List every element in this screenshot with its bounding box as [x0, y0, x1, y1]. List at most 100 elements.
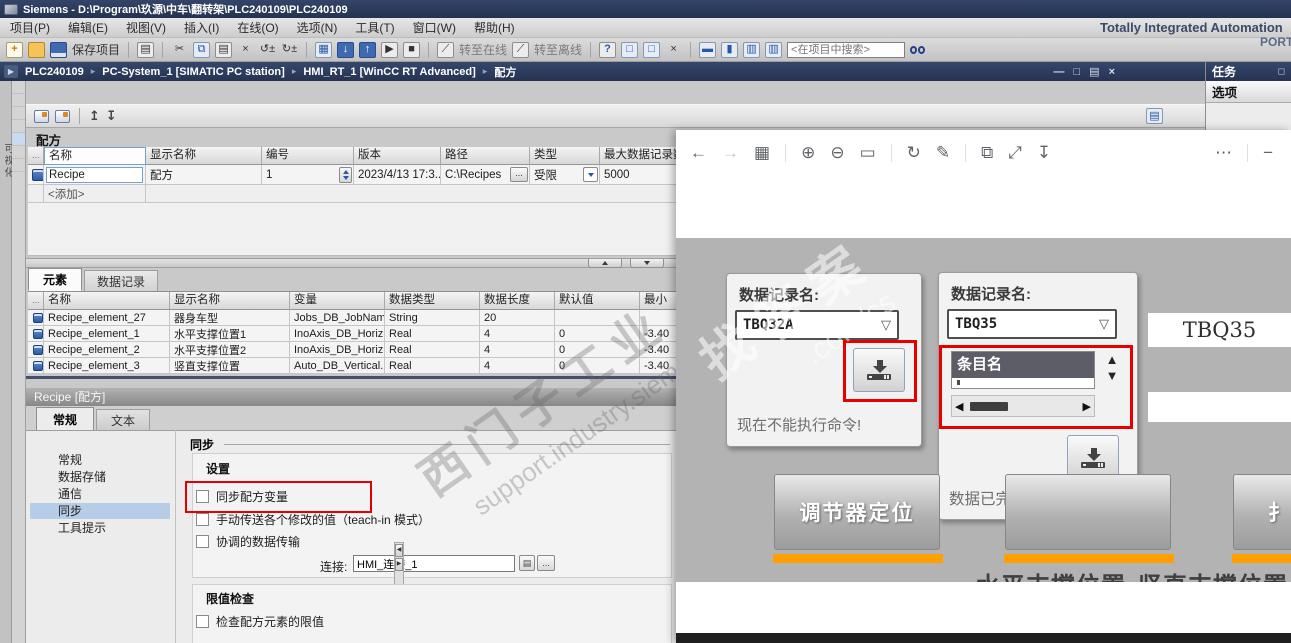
- minimize-icon[interactable]: —: [1054, 66, 1065, 78]
- element-row[interactable]: Recipe_element_1 水平支撑位置1 InoAxis_DB_Hori…: [28, 326, 700, 342]
- element-data-type-cell[interactable]: Real: [385, 326, 480, 342]
- recipe-type-value[interactable]: 受限: [534, 167, 557, 183]
- print-icon[interactable]: ▤: [137, 41, 155, 58]
- element-data-length-cell[interactable]: 4: [480, 358, 555, 374]
- breadcrumb-item-project[interactable]: PLC240109: [25, 66, 84, 78]
- visualization-side-tab[interactable]: 可视化: [0, 81, 13, 643]
- data-record-dropdown-value[interactable]: TBQ35: [949, 316, 997, 332]
- copy-icon[interactable]: ⧉: [193, 41, 211, 58]
- online-diagnostics-icon[interactable]: ?: [599, 41, 617, 58]
- recipe-name-value[interactable]: Recipe: [46, 166, 143, 183]
- menu-options[interactable]: 选项(N): [297, 19, 338, 36]
- go-offline-icon[interactable]: ⟋: [512, 41, 530, 58]
- column-header-name[interactable]: 名称: [44, 292, 170, 310]
- breadcrumb-item-pcsystem[interactable]: PC-System_1 [SIMATIC PC station]: [102, 66, 285, 78]
- tab-elements[interactable]: 元素: [28, 268, 83, 291]
- element-data-length-cell[interactable]: 4: [480, 342, 555, 358]
- element-tag-cell[interactable]: Jobs_DB_JobName: [290, 310, 385, 326]
- element-data-length-cell[interactable]: 4: [480, 326, 555, 342]
- nav-item-tooltip[interactable]: 工具提示: [30, 520, 170, 536]
- add-recipe-row[interactable]: <添加>: [28, 185, 700, 203]
- connection-table-button[interactable]: ▤: [519, 555, 535, 571]
- start-simulation-icon[interactable]: ▶: [381, 41, 399, 58]
- column-header-tag[interactable]: 变量: [290, 292, 385, 310]
- import-recipe-icon[interactable]: [55, 109, 70, 123]
- tab-texts[interactable]: 文本: [96, 409, 151, 430]
- grid-view-icon[interactable]: ▦: [754, 143, 770, 163]
- copy-image-icon[interactable]: ⧉: [981, 143, 993, 163]
- column-header-display-name[interactable]: 显示名称: [146, 147, 262, 165]
- menu-tools[interactable]: 工具(T): [355, 19, 394, 36]
- nav-item-communication[interactable]: 通信: [30, 486, 170, 502]
- connection-input[interactable]: [353, 555, 515, 572]
- element-tag-cell[interactable]: InoAxis_DB_Horiz...: [290, 342, 385, 358]
- move-up-icon[interactable]: ↥: [89, 108, 100, 124]
- inspector-split-line[interactable]: [26, 376, 676, 379]
- element-tag-cell[interactable]: Auto_DB_Vertical...: [290, 358, 385, 374]
- compile-icon[interactable]: ▦: [315, 41, 333, 58]
- browse-path-button[interactable]: ...: [510, 167, 528, 182]
- column-header-select[interactable]: ...: [28, 292, 44, 310]
- menu-insert[interactable]: 插入(I): [184, 19, 219, 36]
- scroll-right-icon[interactable]: ▶: [1083, 400, 1091, 413]
- element-row[interactable]: Recipe_element_2 水平支撑位置2 InoAxis_DB_Hori…: [28, 342, 700, 358]
- collapse-up-button[interactable]: [588, 259, 622, 268]
- column-header-data-length[interactable]: 数据长度: [480, 292, 555, 310]
- recipe-number-value[interactable]: 1: [266, 169, 272, 181]
- empty-value-field[interactable]: [1148, 392, 1291, 422]
- forward-icon[interactable]: →: [722, 143, 739, 163]
- hidden-action-button[interactable]: [1005, 474, 1171, 550]
- fullscreen-icon[interactable]: ⤢: [1008, 143, 1022, 163]
- element-default-cell[interactable]: 0: [555, 326, 640, 342]
- element-default-cell[interactable]: 0: [555, 358, 640, 374]
- tasks-options-section[interactable]: 选项: [1206, 81, 1291, 103]
- entry-horizontal-scrollbar[interactable]: ◀ ▶: [951, 395, 1095, 417]
- save-project-icon[interactable]: [50, 41, 67, 58]
- menu-project[interactable]: 项目(P): [10, 19, 50, 36]
- recipe-path-value[interactable]: C:\Recipes: [445, 169, 501, 181]
- panel-pin-icon[interactable]: ◻: [1278, 66, 1285, 77]
- cross-reference-ic-icon[interactable]: ▥: [743, 41, 761, 58]
- nav-item-data-storage[interactable]: 数据存储: [30, 469, 170, 485]
- column-header-default-value[interactable]: 默认值: [555, 292, 640, 310]
- element-data-type-cell[interactable]: Real: [385, 358, 480, 374]
- cross-reference-icon[interactable]: ▥: [765, 41, 783, 58]
- find-in-project-icon[interactable]: [910, 45, 926, 54]
- menu-help[interactable]: 帮助(H): [474, 19, 515, 36]
- element-data-type-cell[interactable]: String: [385, 310, 480, 326]
- search-input[interactable]: [787, 41, 906, 58]
- element-display-name-cell[interactable]: 器身车型: [170, 310, 290, 326]
- back-icon[interactable]: ←: [690, 143, 707, 163]
- record-name-field[interactable]: TBQ35: [1148, 313, 1291, 347]
- move-down-icon[interactable]: ↧: [106, 108, 117, 124]
- breadcrumb-item-hmirt[interactable]: HMI_RT_1 [WinCC RT Advanced]: [303, 66, 475, 78]
- recipe-path-cell[interactable]: C:\Recipes...: [441, 165, 530, 185]
- scroll-left-icon[interactable]: ◀: [955, 400, 963, 413]
- element-display-name-cell[interactable]: 水平支撑位置2: [170, 342, 290, 358]
- entry-name-item[interactable]: 条目名: [952, 352, 1094, 378]
- pane-splitter[interactable]: [26, 258, 676, 268]
- upload-from-device-icon[interactable]: ↑: [359, 41, 377, 58]
- element-data-length-cell[interactable]: 20: [480, 310, 555, 326]
- column-header-data-type[interactable]: 数据类型: [385, 292, 480, 310]
- row-select-cell[interactable]: [28, 165, 44, 185]
- delete-icon[interactable]: ×: [237, 42, 254, 58]
- rotate-icon[interactable]: ↻: [907, 143, 921, 163]
- go-online-icon[interactable]: ⟋: [437, 41, 455, 58]
- accessible-devices-icon[interactable]: □: [621, 41, 639, 58]
- row-select-cell[interactable]: [28, 358, 44, 374]
- row-select-cell[interactable]: [28, 342, 44, 358]
- element-name-cell[interactable]: Recipe_element_3: [44, 358, 170, 374]
- data-record-dropdown[interactable]: TBQ35 ▽: [947, 309, 1117, 339]
- measure-icon[interactable]: ▭: [860, 143, 876, 163]
- column-header-type[interactable]: 类型: [530, 147, 600, 165]
- breadcrumb-expand-icon[interactable]: ▶: [4, 65, 18, 78]
- spinner-up-icon[interactable]: ▲: [1106, 353, 1119, 366]
- number-spinner[interactable]: [339, 166, 352, 183]
- go-online-label[interactable]: 转至在线: [459, 41, 507, 58]
- sync-recipe-tags-checkbox[interactable]: [196, 490, 209, 503]
- stop-runtime-icon[interactable]: ■: [403, 41, 421, 58]
- table-view-icon[interactable]: ▤: [1146, 108, 1163, 124]
- close-icon[interactable]: ×: [1109, 66, 1115, 78]
- column-header-path[interactable]: 路径: [441, 147, 530, 165]
